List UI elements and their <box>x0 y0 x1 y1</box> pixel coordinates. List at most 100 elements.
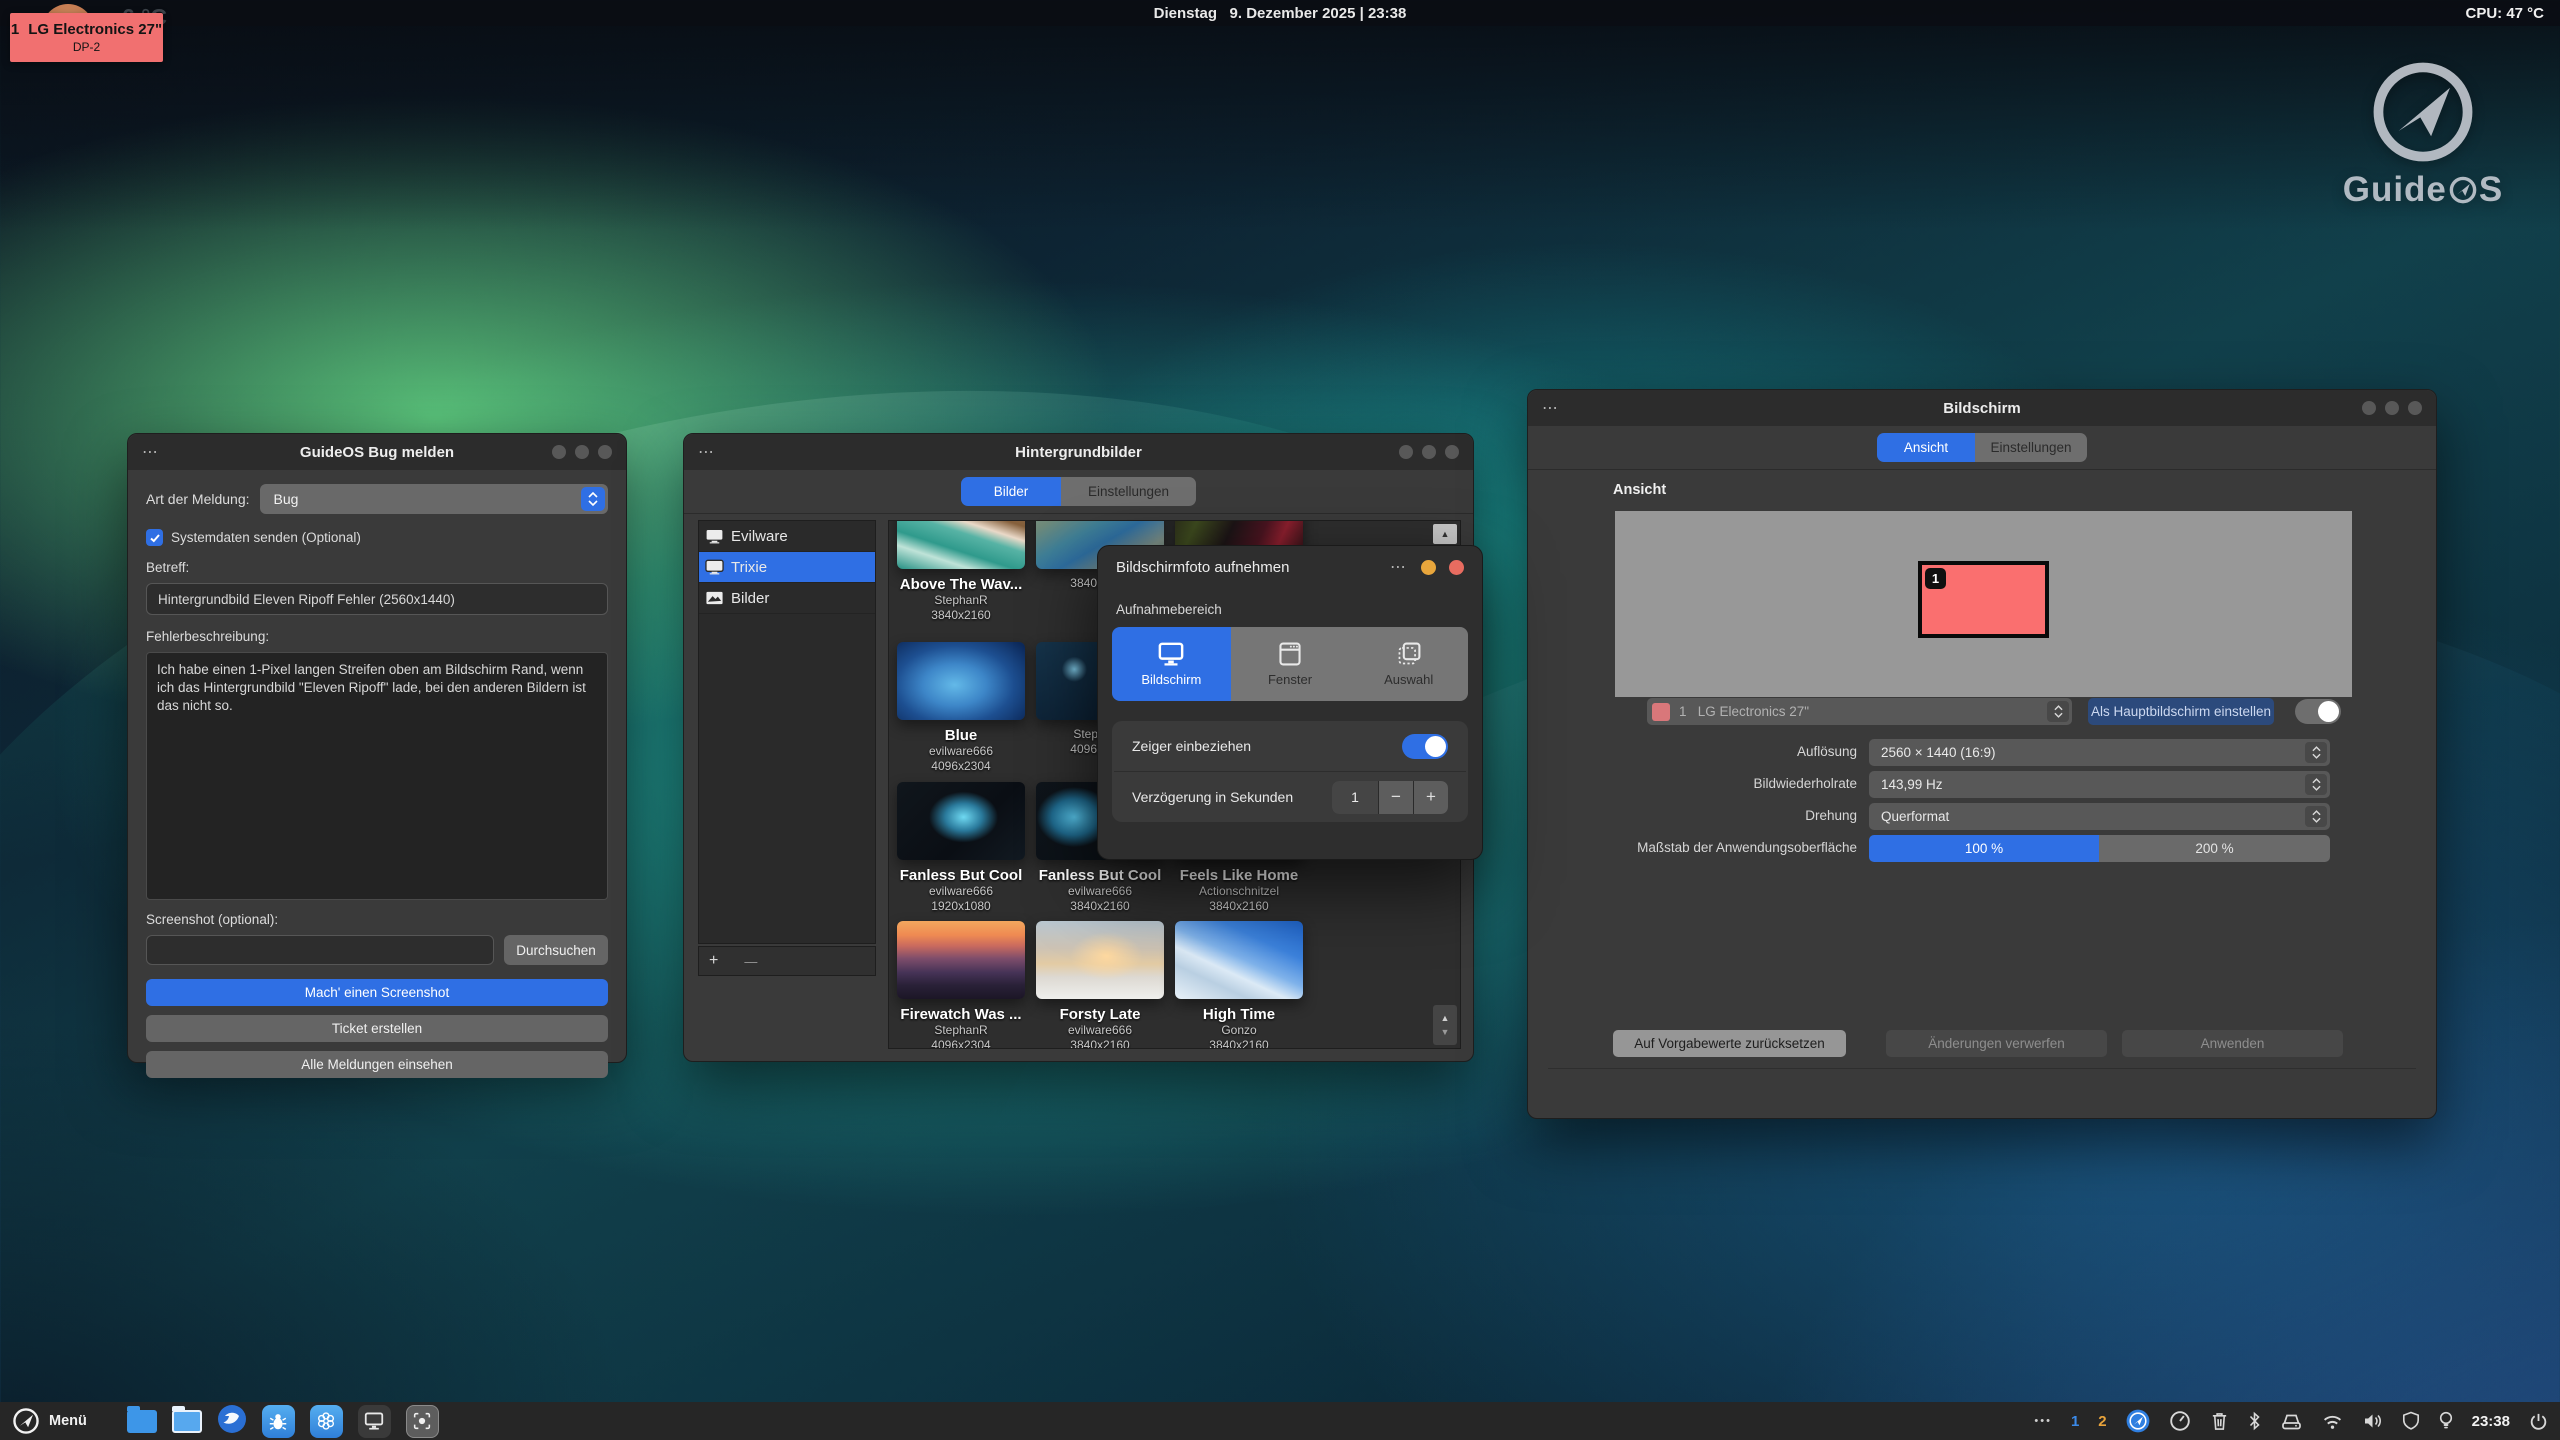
workspace-2-button[interactable]: 2 <box>2098 1413 2106 1430</box>
wallpaper-card[interactable]: Firewatch Was ... StephanR 4096x2304 <box>897 921 1025 1049</box>
add-source-button[interactable]: + <box>709 952 718 970</box>
thunderbird-app-button[interactable] <box>217 1404 247 1439</box>
bug-report-app-button[interactable] <box>262 1405 295 1438</box>
trash-icon[interactable] <box>2210 1411 2229 1432</box>
workspace-1-button[interactable]: 1 <box>2071 1413 2079 1430</box>
mode-screen[interactable]: Bildschirm <box>1112 627 1231 701</box>
file-manager-app-button[interactable] <box>172 1410 202 1433</box>
wallpaper-thumbnail[interactable] <box>897 520 1025 569</box>
guideos-tray-icon[interactable] <box>2126 1409 2150 1433</box>
select-spinner-icon[interactable] <box>2305 806 2327 827</box>
screenshot-app-button[interactable] <box>406 1405 439 1438</box>
display-settings-app-button[interactable] <box>358 1405 391 1438</box>
window-menu-icon[interactable]: ⋯ <box>698 442 716 462</box>
tab-bilder[interactable]: Bilder <box>961 477 1061 506</box>
tab-einstellungen[interactable]: Einstellungen <box>1975 433 2087 462</box>
wifi-icon[interactable] <box>2322 1413 2343 1430</box>
scroll-up-button[interactable]: ▲ <box>1433 524 1457 544</box>
source-item-evilware[interactable]: Evilware <box>699 521 875 552</box>
resolution-select[interactable]: 2560 × 1440 (16:9) <box>1869 739 2330 766</box>
sysdata-checkbox[interactable] <box>146 529 163 546</box>
select-spinner-icon[interactable] <box>581 487 605 511</box>
system-monitor-icon[interactable] <box>2169 1410 2191 1432</box>
volume-icon[interactable] <box>2362 1412 2383 1430</box>
source-item-bilder[interactable]: Bilder <box>699 583 875 614</box>
minimize-button[interactable] <box>552 445 566 459</box>
wallpaper-window-titlebar[interactable]: ⋯ Hintergrundbilder <box>684 434 1473 470</box>
maximize-button[interactable] <box>1422 445 1436 459</box>
wallpaper-card[interactable]: Forsty Late evilware666 3840x2160 <box>1036 921 1164 1049</box>
rotation-select[interactable]: Querformat <box>1869 803 2330 830</box>
lightbulb-icon[interactable] <box>2439 1411 2453 1431</box>
select-spinner-icon[interactable] <box>2305 774 2327 795</box>
mode-selection[interactable]: Auswahl <box>1349 627 1468 701</box>
tray-overflow-button[interactable]: ••• <box>2034 1415 2052 1427</box>
select-spinner-icon[interactable] <box>2305 742 2327 763</box>
refresh-rate-select[interactable]: 143,99 Hz <box>1869 771 2330 798</box>
wallpaper-card[interactable]: Above The Wav... StephanR 3840x2160 <box>897 520 1025 623</box>
scroll-spinner[interactable]: ▲▼ <box>1433 1005 1457 1045</box>
window-menu-icon[interactable]: ⋯ <box>1542 398 1560 418</box>
discard-changes-button[interactable]: Änderungen verwerfen <box>1886 1030 2107 1057</box>
wallpaper-thumbnail[interactable] <box>1175 921 1303 999</box>
tray-clock[interactable]: 23:38 <box>2472 1413 2510 1430</box>
delay-increase-button[interactable]: + <box>1414 781 1448 814</box>
create-ticket-button[interactable]: Ticket erstellen <box>146 1015 608 1042</box>
shield-icon[interactable] <box>2402 1411 2420 1431</box>
screenshot-path-input[interactable] <box>146 935 494 965</box>
tab-ansicht[interactable]: Ansicht <box>1877 433 1975 462</box>
wallpaper-thumbnail[interactable] <box>897 921 1025 999</box>
display-window-titlebar[interactable]: ⋯ Bildschirm <box>1528 390 2436 426</box>
delay-decrease-button[interactable]: − <box>1379 781 1413 814</box>
set-primary-button[interactable]: Als Hauptbildschirm einstellen <box>2088 698 2274 725</box>
tab-einstellungen[interactable]: Einstellungen <box>1061 477 1196 506</box>
refresh-rate-label: Bildwiederholrate <box>1528 776 1857 791</box>
wallpaper-thumbnail[interactable] <box>897 782 1025 860</box>
close-button[interactable] <box>1445 445 1459 459</box>
wallpaper-thumbnail[interactable] <box>897 642 1025 720</box>
browse-button[interactable]: Durchsuchen <box>504 935 608 965</box>
include-pointer-toggle[interactable] <box>1402 734 1448 759</box>
close-button[interactable] <box>598 445 612 459</box>
primary-monitor-toggle[interactable] <box>2295 699 2341 724</box>
take-screenshot-button[interactable]: Mach' einen Screenshot <box>146 979 608 1006</box>
subject-input[interactable]: Hintergrundbild Eleven Ripoff Fehler (25… <box>146 583 608 615</box>
apply-button[interactable]: Anwenden <box>2122 1030 2343 1057</box>
delay-value[interactable]: 1 <box>1332 781 1378 814</box>
window-menu-icon[interactable]: ⋯ <box>142 442 160 462</box>
wallpaper-card[interactable]: Fanless But Cool evilware666 1920x1080 <box>897 782 1025 914</box>
minimize-button[interactable] <box>1399 445 1413 459</box>
minimize-button[interactable] <box>2362 401 2376 415</box>
screenshot-dialog-titlebar[interactable]: Bildschirmfoto aufnehmen ⋯ <box>1098 546 1482 588</box>
monitor-preview-rect[interactable]: 1 <box>1918 561 2049 638</box>
close-button[interactable] <box>2408 401 2422 415</box>
report-type-select[interactable]: Bug <box>260 484 609 514</box>
bug-window-titlebar[interactable]: ⋯ GuideOS Bug melden <box>128 434 626 470</box>
view-reports-button[interactable]: Alle Meldungen einsehen <box>146 1051 608 1078</box>
files-app-button[interactable] <box>127 1410 157 1433</box>
monitor-select[interactable]: 1 LG Electronics 27" <box>1647 698 2072 725</box>
close-button[interactable] <box>1449 560 1464 575</box>
description-textarea[interactable]: Ich habe einen 1-Pixel langen Streifen o… <box>146 652 608 900</box>
wallpaper-thumbnail[interactable] <box>1036 921 1164 999</box>
disk-drive-icon[interactable] <box>2280 1412 2303 1431</box>
wallpaper-card[interactable]: High Time Gonzo 3840x2160 <box>1175 921 1303 1049</box>
bluetooth-icon[interactable] <box>2248 1411 2261 1431</box>
minimize-button[interactable] <box>1421 560 1436 575</box>
dialog-menu-icon[interactable]: ⋯ <box>1390 557 1408 577</box>
power-icon[interactable] <box>2529 1412 2548 1431</box>
select-spinner-icon[interactable] <box>2047 701 2069 722</box>
settings-flower-app-button[interactable] <box>310 1405 343 1438</box>
remove-source-button[interactable]: — <box>744 954 757 969</box>
mode-window[interactable]: Fenster <box>1231 627 1350 701</box>
reset-defaults-button[interactable]: Auf Vorgabewerte zurücksetzen <box>1613 1030 1846 1057</box>
menu-button[interactable]: Menü <box>12 1407 87 1435</box>
wallpaper-card[interactable]: Blue evilware666 4096x2304 <box>897 642 1025 774</box>
maximize-button[interactable] <box>575 445 589 459</box>
scale-200-option[interactable]: 200 % <box>2099 835 2330 862</box>
source-item-trixie[interactable]: Trixie <box>699 552 875 583</box>
maximize-button[interactable] <box>2385 401 2399 415</box>
clock-date[interactable]: Dienstag 9. Dezember 2025 | 23:38 <box>0 0 2560 26</box>
sysdata-label[interactable]: Systemdaten senden (Optional) <box>171 530 361 545</box>
scale-100-option[interactable]: 100 % <box>1869 835 2099 862</box>
